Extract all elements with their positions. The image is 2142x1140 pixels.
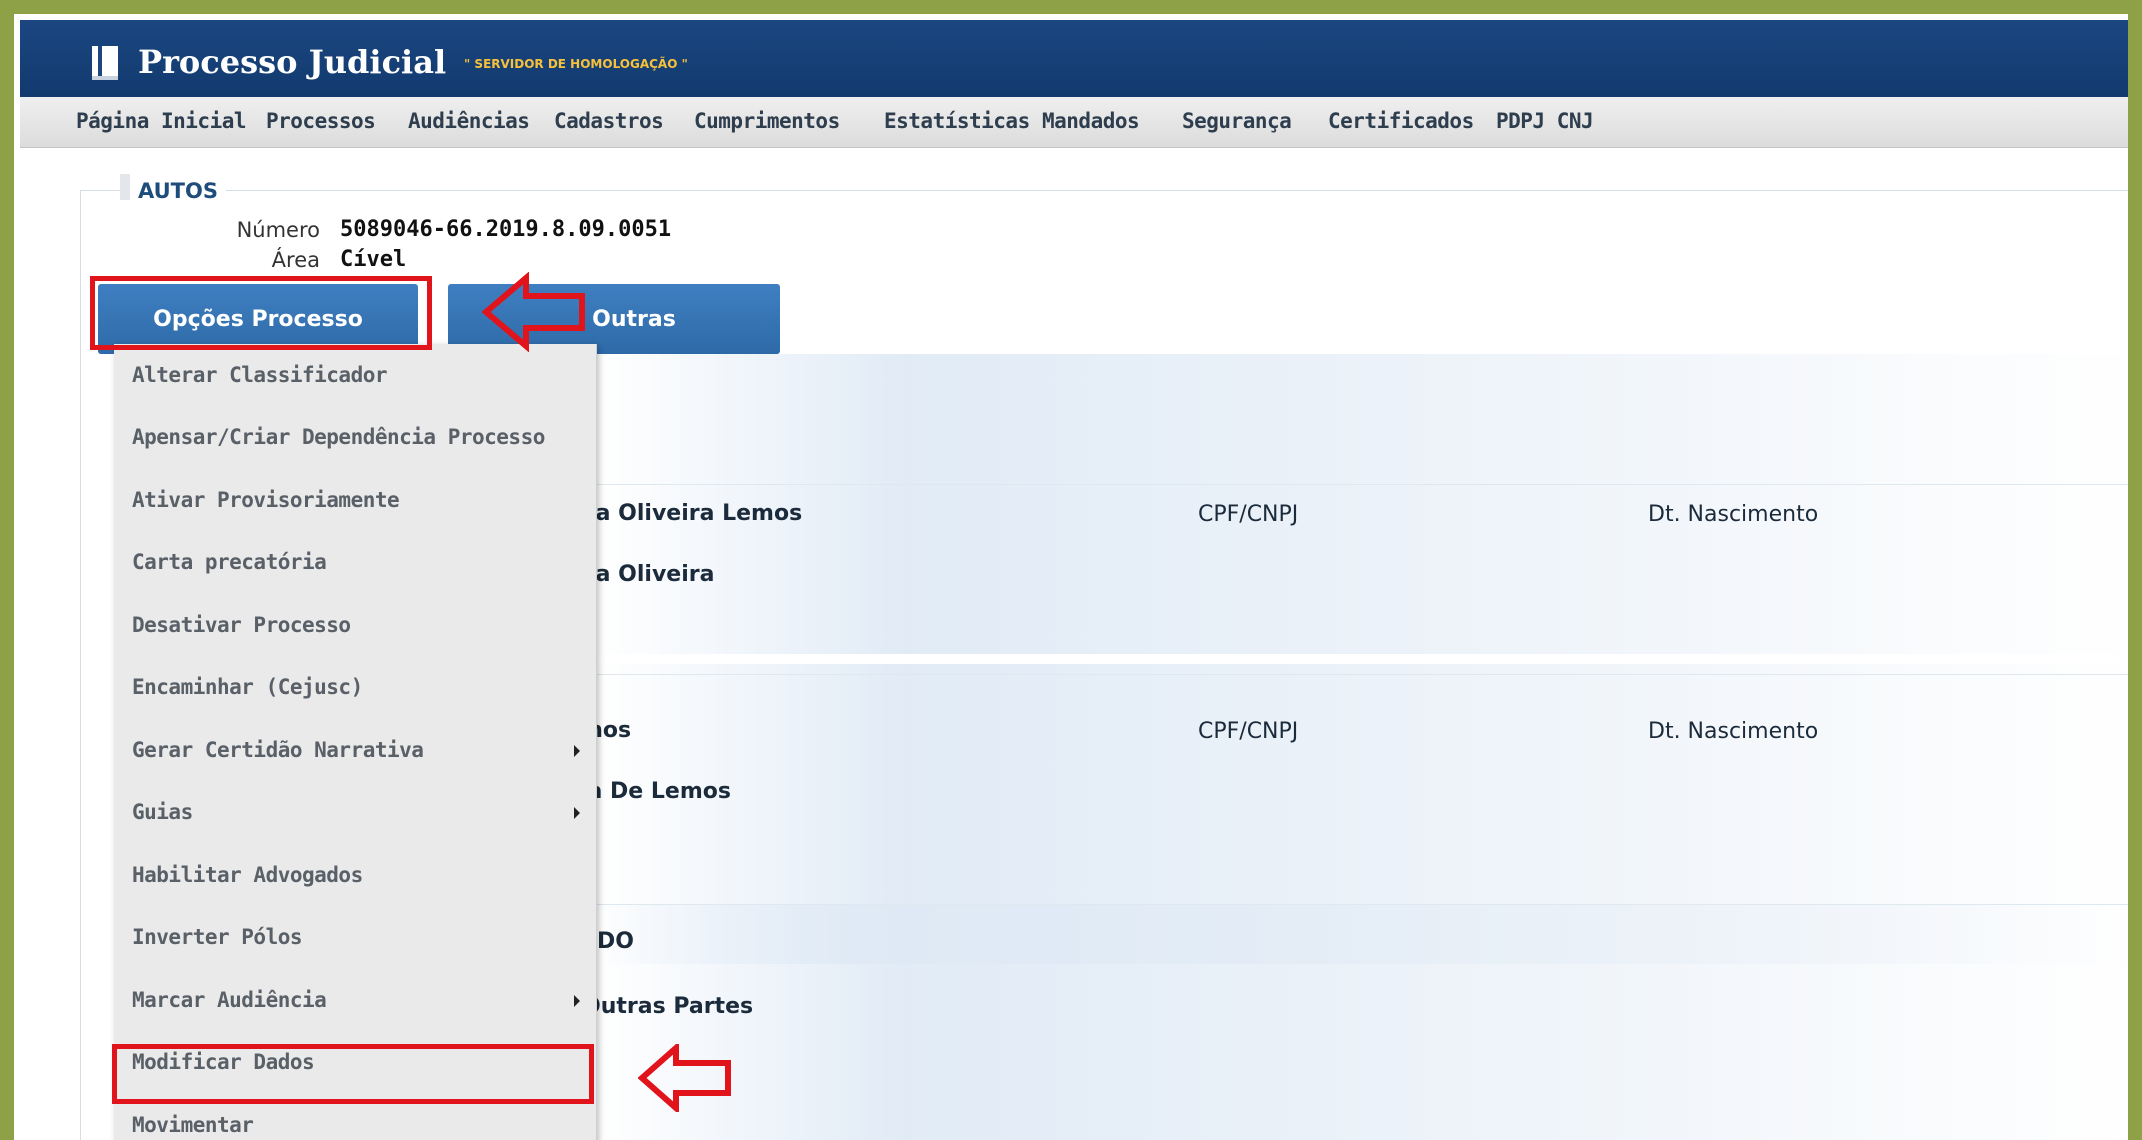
- party-name-secondary: na Oliveira: [580, 562, 715, 587]
- divider: [594, 904, 2128, 905]
- menu-item-processos[interactable]: Processos: [266, 109, 376, 133]
- party-name: na Oliveira Lemos: [580, 501, 803, 526]
- dropdown-item-encaminhar-cejusc[interactable]: Encaminhar (Cejusc): [114, 656, 596, 718]
- outras-partes-link[interactable]: Outras Partes: [582, 994, 753, 1019]
- dropdown-item-label: Apensar/Criar Dependência Processo: [132, 425, 545, 449]
- menu-item-seguranca[interactable]: Segurança: [1182, 109, 1292, 133]
- cpf-label: CPF/CNPJ: [1198, 719, 1299, 744]
- left-arrow-icon: [482, 272, 585, 352]
- menu-item-certificados[interactable]: Certificados: [1328, 109, 1474, 133]
- menu-item-cadastros[interactable]: Cadastros: [554, 109, 664, 133]
- dropdown-item-label: Habilitar Advogados: [132, 863, 363, 887]
- numero-value: 5089046-66.2019.8.09.0051: [340, 217, 672, 242]
- dropdown-item-label: Alterar Classificador: [132, 363, 388, 387]
- dropdown-item-ativar-provisoriamente[interactable]: Ativar Provisoriamente: [114, 469, 596, 531]
- highlight-modificar-dados: [112, 1044, 594, 1104]
- main-menu: Página Inicial Processos Audiências Cada…: [20, 97, 2128, 148]
- dt-nascimento-label: Dt. Nascimento: [1648, 719, 1819, 744]
- dropdown-item-label: Desativar Processo: [132, 613, 351, 637]
- menu-item-estatisticas[interactable]: Estatísticas: [884, 109, 1030, 133]
- opcoes-processo-dropdown: Alterar Classificador Apensar/Criar Depe…: [114, 344, 597, 1140]
- dropdown-item-label: Inverter Pólos: [132, 925, 303, 949]
- dropdown-item-inverter-polos[interactable]: Inverter Pólos: [114, 906, 596, 968]
- submenu-arrow-icon: [574, 745, 580, 757]
- environment-badge: " SERVIDOR DE HOMOLOGAÇÃO ": [464, 57, 688, 71]
- dropdown-item-alterar-classificador[interactable]: Alterar Classificador: [114, 344, 596, 406]
- autos-border-left: [80, 190, 81, 1140]
- divider: [594, 674, 2128, 675]
- submenu-arrow-icon: [574, 807, 580, 819]
- menu-item-pdpj-cnj[interactable]: PDPJ CNJ: [1496, 109, 1594, 133]
- dropdown-item-marcar-audiencia[interactable]: Marcar Audiência: [114, 969, 596, 1031]
- party-section-band-3: [594, 904, 2128, 1140]
- dropdown-item-habilitar-advogados[interactable]: Habilitar Advogados: [114, 844, 596, 906]
- dropdown-item-guias[interactable]: Guias: [114, 781, 596, 843]
- menu-item-audiencias[interactable]: Audiências: [408, 109, 530, 133]
- area-label: Área: [271, 248, 320, 272]
- numero-label: Número: [236, 218, 320, 242]
- dropdown-item-label: Movimentar: [132, 1113, 254, 1137]
- autos-border-top: [80, 190, 2128, 191]
- dropdown-item-label: Ativar Provisoriamente: [132, 488, 400, 512]
- area-value: Cível: [340, 247, 407, 272]
- dropdown-item-label: Marcar Audiência: [132, 988, 327, 1012]
- menu-item-pagina-inicial[interactable]: Página Inicial: [76, 109, 247, 133]
- book-icon: [92, 46, 118, 80]
- divider: [594, 484, 2128, 485]
- dt-nascimento-label: Dt. Nascimento: [1648, 502, 1819, 527]
- autos-tab-marker: [120, 174, 130, 200]
- left-arrow-icon: [638, 1044, 731, 1112]
- dropdown-item-label: Carta precatória: [132, 550, 327, 574]
- party-name-secondary: ia De Lemos: [580, 779, 731, 804]
- cpf-label: CPF/CNPJ: [1198, 502, 1299, 527]
- submenu-arrow-icon: [574, 995, 580, 1007]
- dropdown-item-gerar-certidao-narrativa[interactable]: Gerar Certidão Narrativa: [114, 719, 596, 781]
- title-bar: Processo Judicial " SERVIDOR DE HOMOLOGA…: [20, 20, 2128, 97]
- party-section-band: [594, 354, 2128, 654]
- dropdown-item-label: Gerar Certidão Narrativa: [132, 738, 424, 762]
- autos-legend: AUTOS: [130, 179, 226, 203]
- app-window: Processo Judicial " SERVIDOR DE HOMOLOGA…: [0, 0, 2142, 1140]
- dropdown-item-label: Guias: [132, 800, 193, 824]
- highlight-opcoes-processo: [90, 276, 432, 350]
- dropdown-item-apensar[interactable]: Apensar/Criar Dependência Processo: [114, 406, 596, 468]
- dropdown-item-label: Encaminhar (Cejusc): [132, 675, 363, 699]
- dropdown-item-carta-precatoria[interactable]: Carta precatória: [114, 531, 596, 593]
- menu-item-cumprimentos[interactable]: Cumprimentos: [694, 109, 840, 133]
- dropdown-item-desativar-processo[interactable]: Desativar Processo: [114, 594, 596, 656]
- app-title: Processo Judicial: [138, 43, 447, 81]
- menu-item-mandados[interactable]: Mandados: [1042, 109, 1140, 133]
